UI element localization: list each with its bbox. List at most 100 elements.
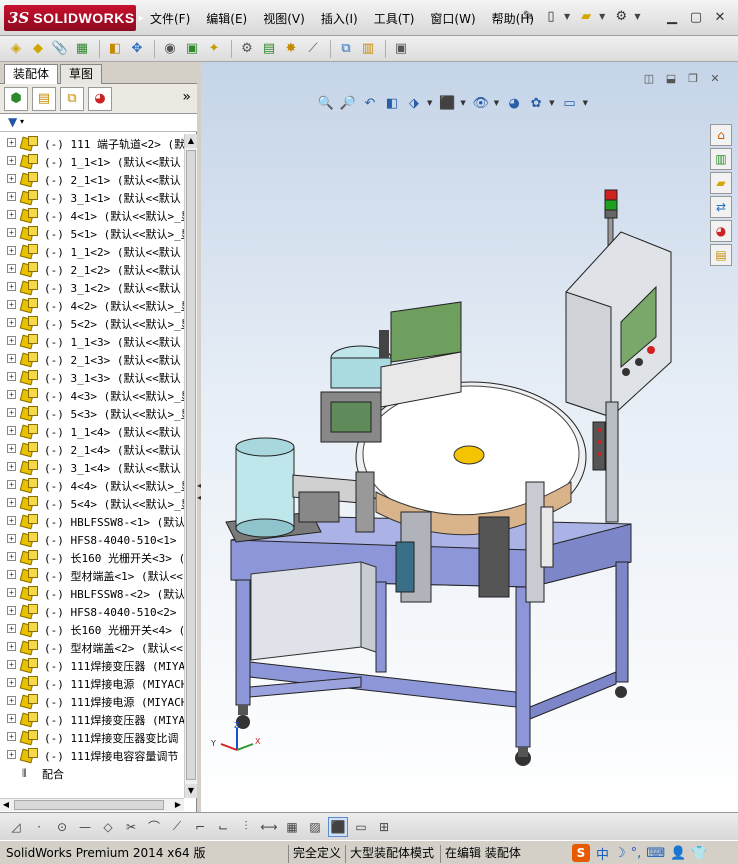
expand-icon[interactable]: + (7, 300, 16, 309)
tree-item[interactable]: + (-) 3_1<2> (默认<<默认 (0, 278, 184, 296)
view-cube-icon[interactable]: ⬛ (328, 816, 348, 837)
expand-icon[interactable]: + (7, 156, 16, 165)
tree-item[interactable]: + (-) 3_1<1> (默认<<默认 (0, 188, 184, 206)
expand-icon[interactable]: + (7, 174, 16, 183)
convert-entities-icon[interactable]: ⌙ (213, 817, 233, 837)
tree-item[interactable]: + (-) 111焊接变压器变比调 (0, 728, 184, 746)
circle-icon[interactable]: ⊙ (52, 817, 72, 837)
sogou-ime-icon[interactable]: S (572, 844, 590, 862)
expand-icon[interactable]: + (7, 282, 16, 291)
minimize-icon[interactable]: ▁ (662, 8, 682, 26)
clearance-verification-icon[interactable]: ▥ (358, 39, 378, 59)
linear-pattern-icon[interactable]: ▦ (72, 39, 92, 59)
expand-icon[interactable]: + (7, 498, 16, 507)
expand-icon[interactable]: + (7, 714, 16, 723)
tree-item[interactable]: + (-) 5<3> (默认<<默认>_显 (0, 404, 184, 422)
tree-item[interactable]: + (-) 长160 光栅开关<3> ( (0, 548, 184, 566)
ime-punctuation-icon[interactable]: °, (631, 846, 642, 861)
expand-icon[interactable]: + (7, 228, 16, 237)
expand-icon[interactable]: + (7, 408, 16, 417)
mate-icon[interactable]: 📎 (50, 39, 70, 59)
insert-component-icon[interactable]: ◈ (6, 39, 26, 59)
tab-sketch[interactable]: 草图 (60, 64, 103, 84)
sketch-icon[interactable]: ◿ (6, 817, 26, 837)
line-icon[interactable]: — (75, 817, 95, 837)
expand-icon[interactable]: + (7, 588, 16, 597)
offset-icon[interactable]: ⌐ (190, 817, 210, 837)
scroll-down-icon[interactable]: ▼ (185, 784, 197, 798)
options-icon[interactable]: ⚙ (611, 6, 631, 26)
scroll-right-icon[interactable]: ▶ (172, 799, 184, 811)
tree-item[interactable]: + (-) 111焊接电容容量调节 (0, 746, 184, 764)
expand-icon[interactable]: + (7, 570, 16, 579)
scroll-up-icon[interactable]: ▲ (185, 134, 197, 148)
trim-icon[interactable]: ✂ (121, 817, 141, 837)
new-motion-study-icon[interactable]: ⚙ (237, 39, 257, 59)
smart-dimension-icon[interactable]: ⟷ (259, 817, 279, 837)
property-manager-tab-icon[interactable]: ▤ (32, 86, 56, 111)
open-folder-icon[interactable]: ▰ (576, 6, 596, 26)
scroll-left-icon[interactable]: ◀ (0, 799, 12, 811)
menu-insert[interactable]: 插入(I) (321, 10, 358, 27)
tree-item[interactable]: + (-) 111 端子轨道<2> (默 (0, 134, 184, 152)
expand-icon[interactable]: + (7, 354, 16, 363)
filter-icon[interactable]: ▼ (8, 115, 17, 129)
tree-item[interactable]: + (-) 111焊接电源 (MIYACH (0, 674, 184, 692)
expand-icon[interactable]: + (7, 480, 16, 489)
assembly-model-view[interactable] (201, 62, 738, 812)
tree-item[interactable]: + (-) 5<4> (默认<<默认>_显 (0, 494, 184, 512)
point-icon[interactable]: · (29, 817, 49, 837)
expand-icon[interactable]: + (7, 660, 16, 669)
tree-item[interactable]: + (-) 2_1<4> (默认<<默认 (0, 440, 184, 458)
tree-item[interactable]: + (-) 111焊接变压器 (MIYA (0, 710, 184, 728)
tree-item[interactable]: + (-) HBLFSSW8-<1> (默认< (0, 512, 184, 530)
tree-horizontal-scrollbar[interactable]: ◀ ▶ (0, 798, 184, 811)
tree-item[interactable]: + (-) 2_1<1> (默认<<默认 (0, 170, 184, 188)
expand-icon[interactable]: + (7, 138, 16, 147)
bill-of-materials-icon[interactable]: ▤ (259, 39, 279, 59)
options-dropdown-icon[interactable]: ▼ (634, 12, 640, 21)
expand-icon[interactable]: + (7, 264, 16, 273)
hscroll-thumb[interactable] (14, 800, 164, 810)
scroll-thumb[interactable] (186, 150, 196, 780)
expand-icon[interactable]: + (7, 534, 16, 543)
tree-item[interactable]: + (-) HBLFSSW8-<2> (默认< (0, 584, 184, 602)
expand-icon[interactable]: + (7, 624, 16, 633)
expand-icon[interactable]: + (7, 552, 16, 561)
ime-moon-icon[interactable]: ☽ (614, 846, 626, 861)
expand-icon[interactable]: + (7, 192, 16, 201)
tree-item-mates[interactable]: ⫴ 配合 (0, 764, 184, 782)
tree-item[interactable]: + (-) 2_1<3> (默认<<默认 (0, 350, 184, 368)
close-icon[interactable]: ✕ (710, 8, 730, 26)
menu-view[interactable]: 视图(V) (263, 10, 305, 27)
tree-item[interactable]: + (-) 2_1<2> (默认<<默认 (0, 260, 184, 278)
expand-icon[interactable]: + (7, 390, 16, 399)
expand-icon[interactable]: + (7, 210, 16, 219)
filter-dropdown-icon[interactable]: ▾ (20, 117, 24, 126)
tree-item[interactable]: + (-) 111焊接变压器 (MIYA (0, 656, 184, 674)
logo-arrow-icon[interactable]: ▸ (139, 13, 144, 24)
assembly-features-icon[interactable]: ▣ (182, 39, 202, 59)
tree-item[interactable]: + (-) 1_1<2> (默认<<默认 (0, 242, 184, 260)
tree-item[interactable]: + (-) 型材端盖<1> (默认<< (0, 566, 184, 584)
tree-item[interactable]: + (-) 长160 光栅开关<4> ( (0, 620, 184, 638)
graphics-area[interactable]: ◫ ⬓ ❐ ✕ 🔍 🔎 ↶ ◧ ⬗ ▼ ⬛ ▼ 👁 ▼ ◕ ✿ ▼ ▭ ▼ ⌂ ▥ ▰ ⇄… (201, 62, 738, 812)
fillet-icon[interactable]: ⌒ (144, 817, 164, 837)
tree-item[interactable]: + (-) 5<2> (默认<<默认>_显 (0, 314, 184, 332)
ime-shirt-icon[interactable]: 👕 (691, 846, 707, 861)
tree-item[interactable]: + (-) 4<2> (默认<<默认>_显 (0, 296, 184, 314)
open-dropdown-icon[interactable]: ▼ (599, 12, 605, 21)
four-view-icon[interactable]: ⊞ (374, 817, 394, 837)
ime-keyboard-icon[interactable]: ⌨ (646, 846, 665, 861)
solidworks-logo[interactable]: 3S SOLIDWORKS ▸ (4, 5, 144, 31)
restore-icon[interactable]: ▢ (686, 8, 706, 26)
move-component-icon[interactable]: ✥ (127, 39, 147, 59)
expand-icon[interactable]: + (7, 462, 16, 471)
expand-icon[interactable]: + (7, 336, 16, 345)
tree-item[interactable]: + (-) 3_1<4> (默认<<默认 (0, 458, 184, 476)
tree-item[interactable]: + (-) 1_1<4> (默认<<默认 (0, 422, 184, 440)
tree-item[interactable]: + (-) HFS8-4040-510<1> (默 (0, 530, 184, 548)
tree-item[interactable]: + (-) 111焊接电源 (MIYACH (0, 692, 184, 710)
expand-icon[interactable]: + (7, 318, 16, 327)
new-part-icon[interactable]: ◆ (28, 39, 48, 59)
